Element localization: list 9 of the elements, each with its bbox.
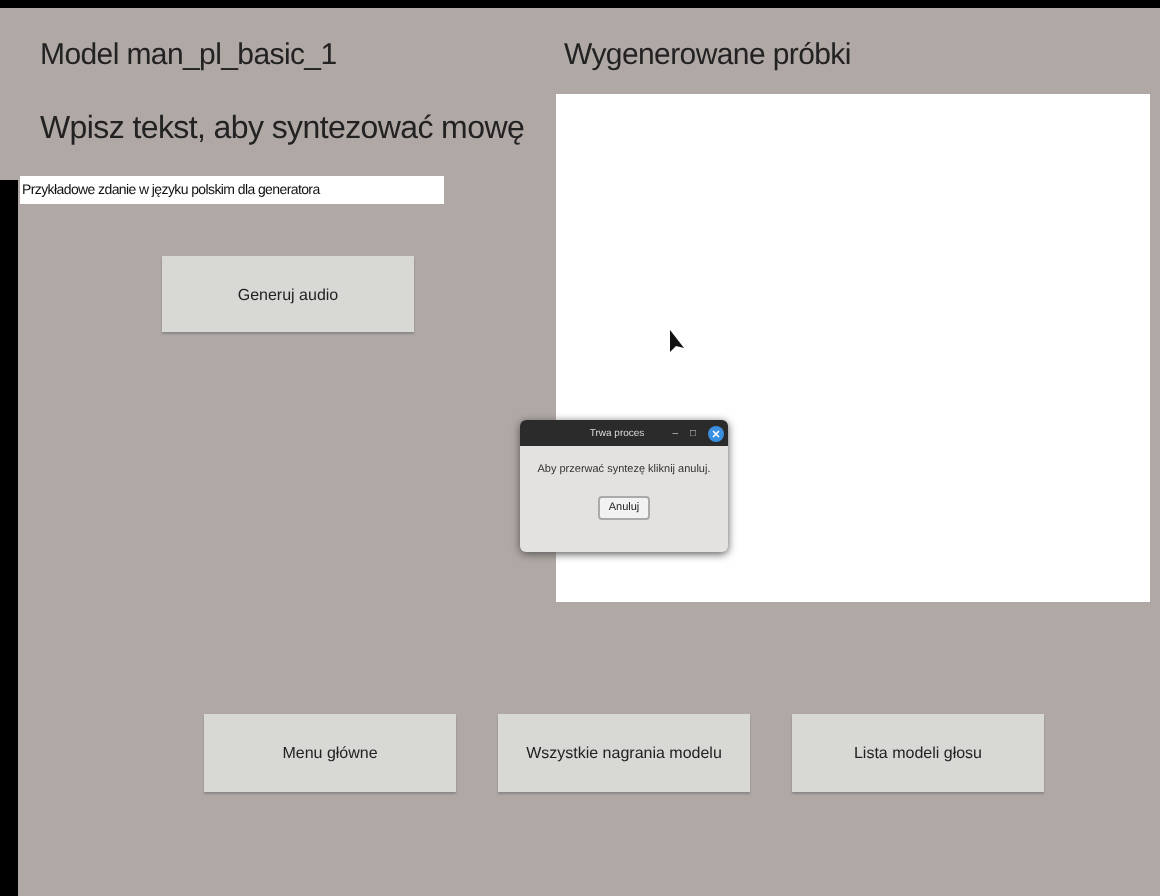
nav-button[interactable]: Menu główne [204,714,456,792]
close-icon[interactable] [708,425,724,441]
cursor-icon [670,330,686,354]
model-title: Model man_pl_basic_1 [40,38,337,72]
prompt-heading: Wpisz tekst, aby syntezować mowę [40,112,525,148]
generate-audio-button[interactable]: Generuj audio [162,256,414,332]
samples-title: Wygenerowane próbki [564,38,853,72]
nav-button[interactable]: Lista modeli głosu [792,714,1044,792]
nav-button[interactable]: Wszystkie nagrania modelu [498,714,750,792]
